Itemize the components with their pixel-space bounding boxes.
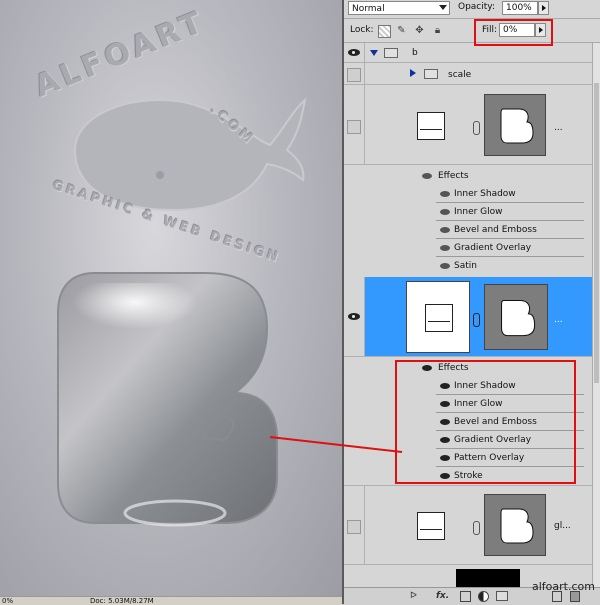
scrollbar-thumb[interactable] <box>594 83 599 383</box>
effect-row[interactable]: Inner Shadow <box>344 185 592 203</box>
new-group-icon[interactable] <box>496 591 508 601</box>
layers-panel: Normal Opacity: 100% Lock: ✎ ✥ 🔒︎ Fill: … <box>344 0 600 605</box>
layer-name: scale <box>448 70 472 80</box>
glossy-letter-b <box>57 272 278 527</box>
link-layers-icon[interactable]: ᐅ <box>410 591 417 602</box>
eye-icon[interactable] <box>440 209 450 215</box>
eye-icon <box>348 313 360 320</box>
link-icon[interactable] <box>473 521 480 535</box>
effects-highlight-box <box>395 360 576 484</box>
expand-triangle-icon[interactable] <box>370 50 378 56</box>
blend-mode-value: Normal <box>352 4 385 14</box>
vector-mask-thumbnail[interactable] <box>484 494 546 556</box>
effect-name: Gradient Overlay <box>454 243 532 253</box>
effects-group-1: Effects Inner Shadow Inner Glow Bevel an… <box>344 167 592 278</box>
visibility-toggle[interactable] <box>344 485 365 564</box>
layer-name: b <box>412 48 418 58</box>
lock-transparent-icon[interactable] <box>378 25 391 38</box>
layer-thumbnail <box>400 95 462 157</box>
visibility-box <box>347 120 361 134</box>
effects-label: Effects <box>438 171 469 181</box>
opacity-field[interactable]: 100% <box>502 1 538 15</box>
lock-label: Lock: <box>350 25 374 35</box>
next-layer-thumbnail[interactable] <box>456 569 520 588</box>
layer-row-3[interactable]: gl... <box>344 485 592 565</box>
visibility-toggle[interactable] <box>344 277 365 356</box>
chevron-down-icon <box>439 5 447 10</box>
effects-header[interactable]: Effects <box>344 167 592 185</box>
layer-group-scale[interactable]: scale <box>344 63 592 85</box>
eye-icon[interactable] <box>440 191 450 197</box>
site-credit: alfoart.com <box>532 580 595 593</box>
visibility-box <box>347 68 361 82</box>
opacity-label: Opacity: <box>458 2 495 12</box>
layers-list: b scale ... Effects Inner Shadow Inner G… <box>344 43 592 588</box>
eye-icon[interactable] <box>422 173 432 179</box>
layer-name: gl... <box>554 521 571 531</box>
effect-row[interactable]: Bevel and Emboss <box>344 221 592 239</box>
link-icon[interactable] <box>473 313 480 327</box>
folder-icon <box>424 69 438 79</box>
lock-bar: Lock: ✎ ✥ 🔒︎ Fill: 0% <box>344 20 600 43</box>
blend-toolbar: Normal Opacity: 100% <box>344 0 600 19</box>
layer-row-1[interactable]: ... <box>344 85 592 165</box>
link-icon[interactable] <box>473 121 480 135</box>
effect-row[interactable]: Gradient Overlay <box>344 239 592 257</box>
effect-row[interactable]: Satin <box>344 257 592 275</box>
layer-row-2-selected[interactable]: ... <box>344 277 592 357</box>
effect-name: Satin <box>454 261 477 271</box>
document-canvas[interactable]: ALFOART .COM GRAPHIC & WEB DESIGN <box>0 0 342 596</box>
brush-icon[interactable]: ✎ <box>396 25 407 36</box>
fx-button[interactable]: fx. <box>436 591 449 602</box>
effect-name: Inner Shadow <box>454 189 516 199</box>
lock-icon[interactable]: 🔒︎ <box>432 25 443 36</box>
more-indicator: ... <box>554 123 563 133</box>
visibility-toggle[interactable] <box>344 63 365 84</box>
whale-watermark <box>73 97 307 212</box>
blend-mode-select[interactable]: Normal <box>348 1 450 15</box>
more-indicator: ... <box>554 315 563 325</box>
eye-icon[interactable] <box>440 245 450 251</box>
fill-highlight-box <box>474 19 553 46</box>
eye-icon[interactable] <box>440 263 450 269</box>
opacity-slider-button[interactable] <box>538 1 549 15</box>
visibility-toggle[interactable] <box>344 43 365 62</box>
visibility-toggle[interactable] <box>344 85 365 164</box>
move-icon[interactable]: ✥ <box>414 25 425 36</box>
effect-row[interactable]: Inner Glow <box>344 203 592 221</box>
collapse-triangle-icon[interactable] <box>410 69 416 77</box>
folder-icon <box>384 48 398 58</box>
add-mask-icon[interactable] <box>460 591 471 602</box>
vector-mask-thumbnail[interactable] <box>484 94 546 156</box>
layers-scrollbar[interactable] <box>592 43 600 588</box>
layer-thumbnail <box>400 495 462 557</box>
vector-mask-thumbnail[interactable] <box>484 284 548 350</box>
eye-icon[interactable] <box>440 227 450 233</box>
adjustment-layer-icon[interactable] <box>478 591 489 602</box>
layer-thumbnail <box>406 281 470 353</box>
eye-icon <box>348 49 360 56</box>
layer-group-b[interactable]: b <box>344 43 592 63</box>
effect-name: Inner Glow <box>454 207 503 217</box>
effect-name: Bevel and Emboss <box>454 225 537 235</box>
visibility-box <box>347 520 361 534</box>
